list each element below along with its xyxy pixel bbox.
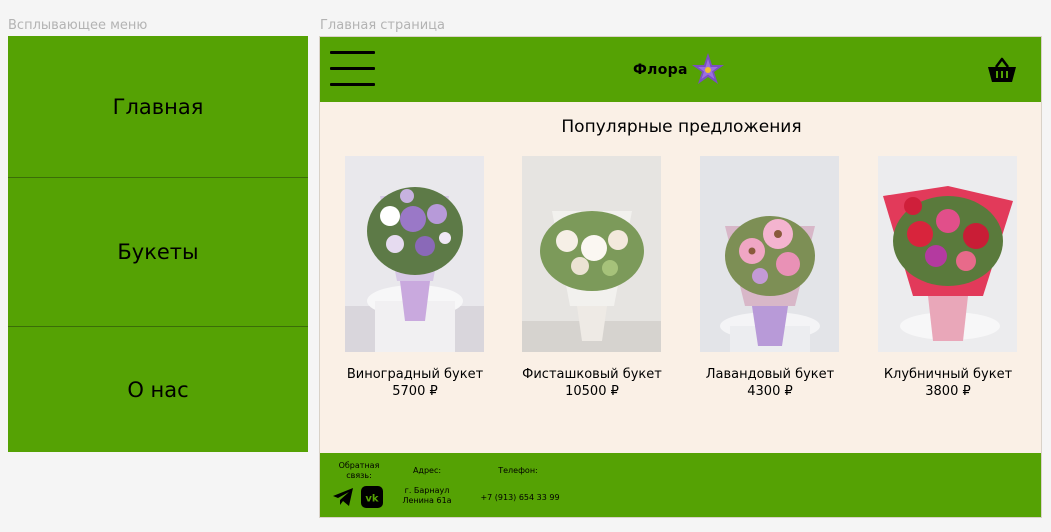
- logo-text: Флора: [633, 62, 688, 78]
- product-price: 5700 ₽: [392, 384, 438, 399]
- popup-menu: Главная Букеты О нас: [8, 36, 308, 452]
- address-value: г. Барнаул Ленина 61а: [402, 486, 452, 505]
- bouquet-photo[interactable]: [345, 156, 484, 352]
- product-name: Клубничный букет: [883, 367, 1013, 382]
- phone-value[interactable]: +7 (913) 654 33 99: [470, 493, 570, 503]
- product-card[interactable]: Виноградный букет 5700 ₽: [345, 156, 485, 400]
- product-price: 3800 ₽: [925, 384, 971, 399]
- product-price: 4300 ₽: [747, 384, 793, 399]
- svg-text:vk: vk: [365, 494, 379, 505]
- bouquet-photo[interactable]: [878, 156, 1017, 352]
- telegram-icon[interactable]: [332, 486, 354, 508]
- bouquet-photo[interactable]: [700, 156, 839, 352]
- section-title: Популярные предложения: [561, 117, 802, 137]
- vk-icon[interactable]: vk: [361, 486, 383, 508]
- menu-item-about[interactable]: О нас: [8, 327, 308, 452]
- product-card[interactable]: Клубничный букет 3800 ₽: [878, 156, 1018, 400]
- menu-item-home[interactable]: Главная: [8, 36, 308, 178]
- product-card[interactable]: Фисташковый букет 10500 ₽: [522, 156, 662, 400]
- menu-item-label: О нас: [127, 377, 189, 402]
- product-name: Фисташковый букет: [522, 367, 662, 382]
- menu-frame-label: Всплывающее меню: [8, 18, 148, 33]
- menu-item-label: Букеты: [117, 240, 199, 264]
- phone-label: Телефон:: [498, 466, 538, 475]
- product-name: Лавандовый букет: [705, 367, 835, 382]
- menu-item-bouquets[interactable]: Букеты: [8, 178, 308, 327]
- flower-logo-icon: [691, 53, 724, 84]
- product-card[interactable]: Лавандовый букет 4300 ₽: [700, 156, 840, 400]
- bouquet-photo[interactable]: [522, 156, 661, 352]
- feedback-label: Обратная связь:: [338, 461, 380, 480]
- shopping-basket-icon[interactable]: [987, 57, 1017, 83]
- header: Флора: [320, 37, 1041, 102]
- logo[interactable]: Флора: [633, 52, 726, 88]
- product-name: Виноградный букет: [346, 367, 484, 382]
- main-frame-label: Главная страница: [320, 18, 445, 33]
- hamburger-menu-icon[interactable]: [330, 50, 375, 88]
- address-label: Адрес:: [412, 466, 442, 475]
- main-page: Флора Популярные предложения Виноградный…: [319, 36, 1042, 518]
- product-price: 10500 ₽: [565, 384, 619, 399]
- menu-item-label: Главная: [112, 94, 204, 119]
